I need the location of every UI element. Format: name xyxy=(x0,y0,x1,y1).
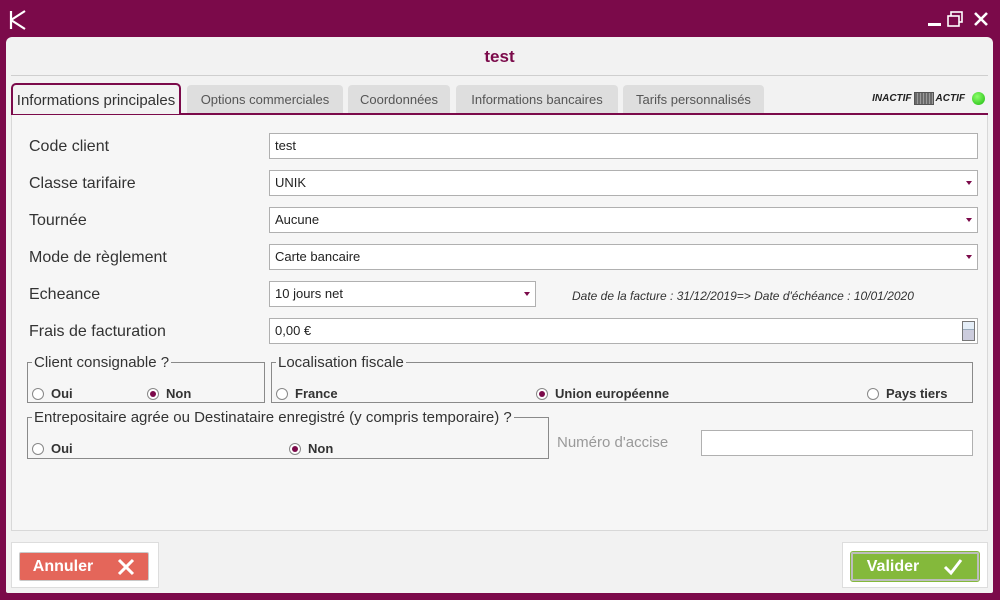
title-divider xyxy=(11,75,988,76)
classe-tarifaire-select[interactable]: UNIK xyxy=(269,170,978,196)
echeance-value: 10 jours net xyxy=(275,286,343,301)
tab-informations-bancaires[interactable]: Informations bancaires xyxy=(456,85,618,113)
radio-on-icon xyxy=(289,442,301,455)
client-window: test Informations principales Options co… xyxy=(6,37,993,593)
tab-tarifs-personnalises[interactable]: Tarifs personnalisés xyxy=(623,85,764,113)
validate-button-label: Valider xyxy=(866,557,920,575)
k-logo-icon xyxy=(9,10,26,30)
tab-coordonnees[interactable]: Coordonnées xyxy=(348,85,450,113)
client-consignable-legend: Client consignable ? xyxy=(34,354,170,371)
close-icon xyxy=(118,558,135,575)
tournee-label: Tournée xyxy=(29,212,87,229)
entrepositaire-legend: Entrepositaire agrée ou Destinataire enr… xyxy=(34,409,512,426)
minimize-icon[interactable] xyxy=(926,10,944,28)
tournee-value: Aucune xyxy=(275,212,320,227)
numero-accise-input[interactable] xyxy=(701,430,973,456)
mode-reglement-value: Carte bancaire xyxy=(275,249,361,264)
entrepositaire-non[interactable]: Non xyxy=(289,441,333,456)
classe-tarifaire-value: UNIK xyxy=(275,175,307,190)
radio-on-icon xyxy=(147,387,159,400)
cancel-button[interactable]: Annuler xyxy=(19,552,149,581)
mode-reglement-label: Mode de règlement xyxy=(29,249,167,266)
client-consignable-oui[interactable]: Oui xyxy=(32,386,73,401)
frais-facturation-label: Frais de facturation xyxy=(29,323,166,340)
close-icon[interactable] xyxy=(972,10,990,28)
inactive-label: INACTIF xyxy=(872,92,912,104)
status-led-icon xyxy=(972,91,985,105)
radio-off-icon xyxy=(32,387,44,400)
localisation-pays-tiers[interactable]: Pays tiers xyxy=(867,386,947,401)
chevron-down-icon xyxy=(966,181,972,185)
tournee-select[interactable]: Aucune xyxy=(269,207,978,233)
echeance-hint: Date de la facture : 31/12/2019=> Date d… xyxy=(572,289,914,303)
cancel-button-box: Annuler xyxy=(11,542,159,588)
checkmark-icon xyxy=(944,558,963,575)
restore-icon[interactable] xyxy=(946,10,964,28)
active-label: ACTIF xyxy=(935,92,965,104)
frais-facturation-value: 0,00 € xyxy=(275,323,312,338)
classe-tarifaire-label: Classe tarifaire xyxy=(29,175,136,192)
chevron-down-icon xyxy=(966,218,972,222)
chevron-down-icon xyxy=(524,292,530,296)
tab-informations-principales[interactable]: Informations principales xyxy=(11,83,181,114)
validate-button-box: Valider xyxy=(842,542,988,588)
radio-off-icon xyxy=(867,387,879,400)
status-toggle[interactable]: INACTIF ACTIF xyxy=(872,90,985,106)
localisation-union-europeenne[interactable]: Union européenne xyxy=(536,386,669,401)
toggle-switch[interactable] xyxy=(913,91,934,105)
echeance-label: Echeance xyxy=(29,286,101,303)
numero-accise-label: Numéro d'accise xyxy=(557,434,669,451)
cancel-button-label: Annuler xyxy=(32,557,94,575)
client-consignable-group: Client consignable ? Oui Non xyxy=(27,354,265,403)
mode-reglement-select[interactable]: Carte bancaire xyxy=(269,244,978,270)
frais-facturation-input[interactable]: 0,00 € xyxy=(269,318,978,344)
code-client-input[interactable]: test xyxy=(269,133,978,159)
window-title: test xyxy=(484,47,515,66)
entrepositaire-group: Entrepositaire agrée ou Destinataire enr… xyxy=(27,409,549,459)
radio-on-icon xyxy=(536,387,548,400)
code-client-label: Code client xyxy=(29,138,110,155)
radio-off-icon xyxy=(276,387,288,400)
radio-off-icon xyxy=(32,442,44,455)
client-consignable-non[interactable]: Non xyxy=(147,386,191,401)
localisation-france[interactable]: France xyxy=(276,386,338,401)
validate-button[interactable]: Valider xyxy=(850,551,980,582)
tab-options-commerciales[interactable]: Options commerciales xyxy=(187,85,343,113)
title-bar xyxy=(0,0,1000,38)
echeance-select[interactable]: 10 jours net xyxy=(269,281,536,307)
localisation-fiscale-legend: Localisation fiscale xyxy=(278,354,404,371)
entrepositaire-oui[interactable]: Oui xyxy=(32,441,73,456)
calculator-icon[interactable] xyxy=(962,321,975,341)
chevron-down-icon xyxy=(966,255,972,259)
localisation-fiscale-group: Localisation fiscale France Union europé… xyxy=(271,354,973,403)
